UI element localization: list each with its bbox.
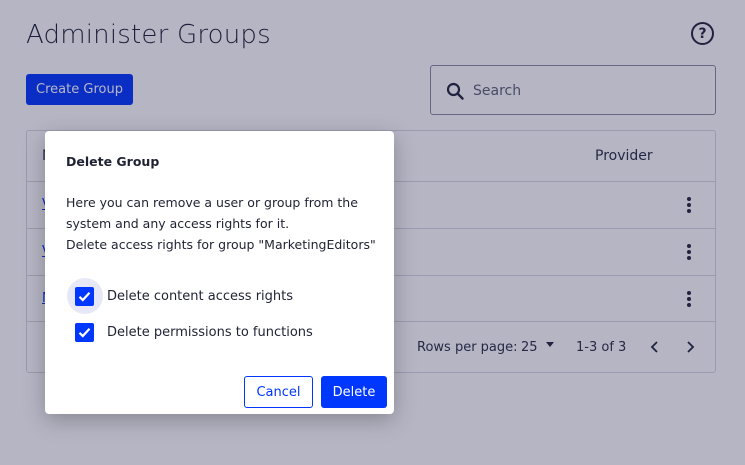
checkbox-delete-permissions-to-functions[interactable] [75,322,94,342]
delete-group-dialog: Delete Group Here you can remove a user … [45,131,394,414]
dialog-description-line: Here you can remove a user or group from… [66,195,358,210]
delete-button[interactable]: Delete [321,376,387,408]
dialog-title: Delete Group [66,154,160,169]
dialog-description-line: system and any access rights for it. [66,216,290,231]
check-icon [78,327,91,338]
option-delete-permissions-to-functions[interactable]: Delete permissions to functions [67,314,313,350]
dialog-description: Here you can remove a user or group from… [66,192,386,255]
checkbox-delete-content-access-rights[interactable] [75,286,94,306]
option-label: Delete content access rights [107,288,294,304]
check-icon [78,291,91,302]
cancel-button[interactable]: Cancel [244,376,313,408]
dialog-description-line: Delete access rights for group "Marketin… [66,237,376,252]
option-delete-content-access-rights[interactable]: Delete content access rights [67,278,293,314]
option-label: Delete permissions to functions [107,324,313,340]
